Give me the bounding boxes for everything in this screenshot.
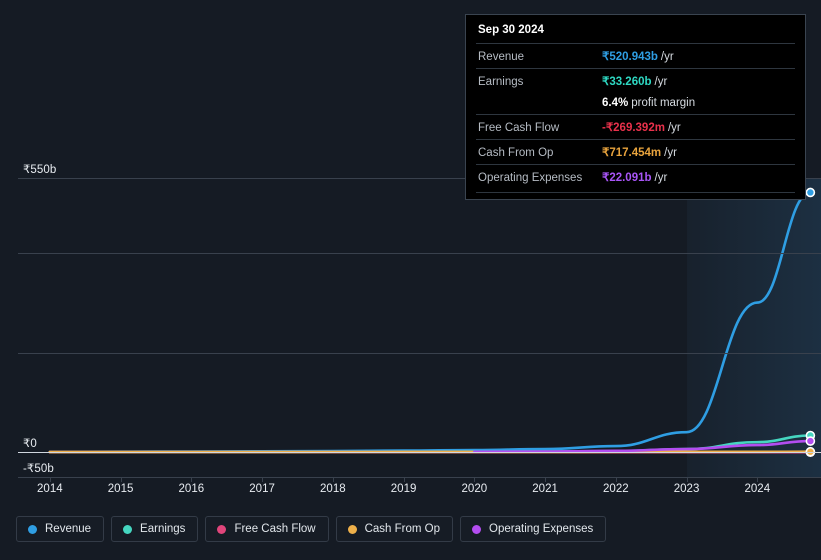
tooltip-row: Earnings ₹33.260b/yr	[476, 68, 795, 93]
tooltip-date: Sep 30 2024	[478, 24, 544, 36]
x-axis-tick	[49, 478, 51, 482]
legend-item-label: Cash From Op	[364, 523, 441, 535]
legend-item-operating-expenses[interactable]: Operating Expenses	[460, 516, 607, 542]
tooltip-row-unit: /yr	[664, 147, 677, 159]
tooltip-bottom-rule	[476, 192, 795, 193]
chart-legend: Revenue Earnings Free Cash Flow Cash From O…	[16, 516, 607, 542]
legend-item-label: Revenue	[45, 523, 92, 535]
endpoint-marker-operating-expenses[interactable]	[805, 436, 816, 446]
tooltip-row: Revenue ₹520.943b/yr	[476, 43, 795, 68]
x-axis-tick	[120, 478, 122, 482]
tooltip-row-label: Free Cash Flow	[478, 122, 560, 134]
x-axis-tick	[332, 478, 334, 482]
tooltip-row-value: 6.4%	[602, 97, 629, 109]
tooltip-row-value-wrap: ₹520.943b/yr	[602, 47, 674, 65]
legend-item-free-cash-flow[interactable]: Free Cash Flow	[205, 516, 329, 542]
tooltip-row: Free Cash Flow -₹269.392m/yr	[476, 114, 795, 139]
x-axis-tick	[191, 478, 193, 482]
zero-axis-line	[18, 452, 821, 454]
x-axis-label: 2016	[178, 483, 205, 495]
legend-item-label: Free Cash Flow	[234, 523, 316, 535]
x-axis-label: 2024	[744, 483, 771, 495]
x-axis-label: 2018	[320, 483, 346, 495]
tooltip-row-value: -₹269.392m	[602, 122, 665, 134]
tooltip-row: Operating Expenses ₹22.091b/yr	[476, 164, 795, 189]
tooltip-row-value: ₹520.943b	[602, 51, 658, 63]
tooltip-row-value: ₹22.091b	[602, 172, 652, 184]
legend-color-swatch-icon	[472, 524, 482, 534]
y-axis-label: -₹50b	[23, 463, 54, 475]
gridline	[18, 353, 821, 354]
x-axis-label: 2015	[107, 483, 134, 495]
x-axis-label: 2017	[249, 483, 275, 495]
endpoint-marker-revenue[interactable]	[805, 187, 816, 198]
tooltip-row-label: Cash From Op	[478, 147, 554, 159]
legend-color-swatch-icon	[123, 524, 133, 534]
legend-item-earnings[interactable]: Earnings	[111, 516, 199, 542]
x-axis-label: 2020	[461, 483, 488, 495]
gridline	[18, 253, 821, 254]
tooltip-row-unit: profit margin	[631, 97, 696, 109]
x-axis-tick	[545, 478, 547, 482]
tooltip-row: 6.4% profit margin	[476, 93, 795, 114]
legend-item-label: Operating Expenses	[489, 523, 594, 535]
legend-color-swatch-icon	[28, 524, 37, 534]
tooltip-row-value: ₹33.260b	[602, 76, 652, 88]
tooltip-rows: Revenue ₹520.943b/yr Earnings ₹33.260b/yr 6.…	[476, 43, 795, 189]
tooltip-row-value-wrap: ₹22.091b/yr	[602, 168, 667, 186]
x-axis-tick	[686, 478, 688, 482]
x-axis-tick	[474, 478, 476, 482]
x-axis-label: 2021	[532, 483, 558, 495]
tooltip-row-value-wrap: 6.4% profit margin	[602, 93, 695, 111]
legend-color-swatch-icon	[347, 524, 357, 534]
tooltip-row-unit: /yr	[654, 76, 668, 88]
tooltip-row-value-wrap: ₹33.260b/yr	[602, 72, 667, 90]
series-line-revenue	[48, 191, 812, 454]
financial-chart-page: ₹550b ₹0 -₹50b 2014 2015 2016 2017 2018 2019 202…	[0, 0, 821, 560]
tooltip-row-unit: /yr	[660, 51, 674, 63]
tooltip-row-label: Operating Expenses	[478, 172, 583, 184]
chart-series-svg	[48, 187, 816, 458]
tooltip-row-unit: /yr	[667, 122, 681, 134]
x-axis: 2014 2015 2016 2017 2018 2019 2020 2021 2022 2023…	[18, 478, 821, 504]
chart-plot-area	[18, 178, 821, 477]
legend-item-revenue[interactable]: Revenue	[16, 516, 105, 542]
legend-color-swatch-icon	[217, 524, 227, 534]
legend-item-label: Earnings	[140, 523, 186, 535]
y-axis-label: ₹0	[23, 438, 37, 451]
x-axis-tick	[262, 478, 264, 482]
x-axis-label: 2014	[37, 483, 63, 495]
x-axis-tick	[757, 478, 759, 482]
tooltip-row-value-wrap: ₹717.454m/yr	[602, 143, 677, 161]
x-axis-label: 2022	[603, 483, 629, 495]
legend-item-cash-from-op[interactable]: Cash From Op	[335, 516, 454, 542]
y-axis-label: ₹550b	[23, 164, 57, 176]
tooltip-row-unit: /yr	[654, 172, 668, 184]
x-axis-label: 2019	[390, 483, 417, 495]
x-axis-label: 2023	[673, 483, 700, 495]
data-tooltip: Sep 30 2024 Revenue ₹520.943b/yr Earnings ₹…	[465, 14, 806, 200]
x-axis-tick	[403, 478, 405, 482]
tooltip-row-value: ₹717.454m	[602, 147, 662, 159]
tooltip-row: Cash From Op ₹717.454m/yr	[476, 139, 795, 164]
x-axis-tick	[615, 478, 617, 482]
tooltip-row-label: Revenue	[478, 51, 525, 63]
tooltip-row-label: Earnings	[478, 76, 524, 88]
tooltip-row-value-wrap: -₹269.392m/yr	[602, 118, 681, 136]
